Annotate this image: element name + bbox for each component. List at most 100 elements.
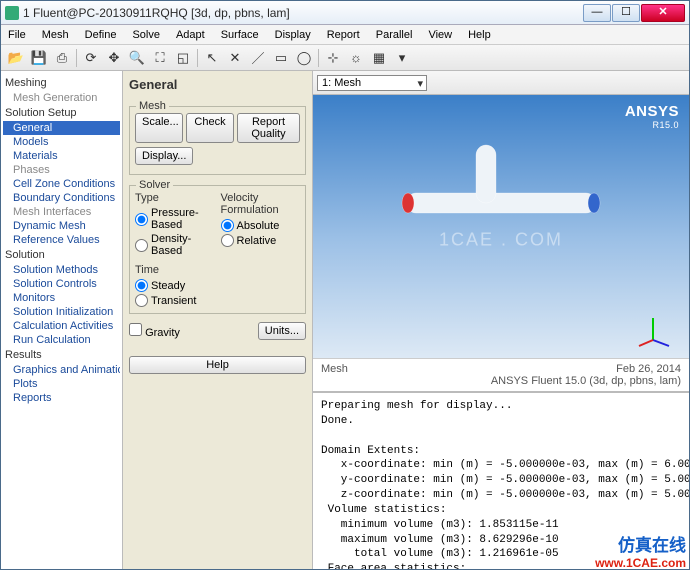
light-icon[interactable]: ☼ bbox=[345, 48, 367, 68]
steady-radio[interactable]: Steady bbox=[135, 278, 300, 293]
nav-solution-controls[interactable]: Solution Controls bbox=[3, 277, 120, 291]
nav-monitors[interactable]: Monitors bbox=[3, 291, 120, 305]
menu-report[interactable]: Report bbox=[324, 27, 363, 43]
outline-tree[interactable]: Meshing Mesh Generation Solution Setup G… bbox=[1, 71, 123, 569]
fit-icon[interactable]: ◱ bbox=[172, 48, 194, 68]
app-window: 1 Fluent@PC-20130911RQHQ [3d, dp, pbns, … bbox=[0, 0, 690, 570]
menubar: File Mesh Define Solve Adapt Surface Dis… bbox=[1, 25, 689, 45]
ansys-logo: ANSYS R15.0 bbox=[625, 103, 679, 130]
menu-define[interactable]: Define bbox=[82, 27, 120, 43]
nav-plots[interactable]: Plots bbox=[3, 377, 120, 391]
lasso-icon[interactable]: ◯ bbox=[293, 48, 315, 68]
menu-solve[interactable]: Solve bbox=[129, 27, 163, 43]
probe-icon[interactable]: ✕ bbox=[224, 48, 246, 68]
density-based-radio[interactable]: Density-Based bbox=[135, 232, 215, 258]
solver-legend: Solver bbox=[136, 179, 173, 191]
graphics-viewport[interactable]: ANSYS R15.0 1CAE . COM bbox=[313, 95, 689, 358]
footer-right: ANSYS Fluent 15.0 (3d, dp, pbns, lam) bbox=[491, 375, 681, 387]
nav-reports[interactable]: Reports bbox=[3, 391, 120, 405]
pan-icon[interactable]: ✥ bbox=[103, 48, 125, 68]
check-button[interactable]: Check bbox=[186, 113, 234, 143]
footer-date: Feb 26, 2014 bbox=[491, 363, 681, 375]
menu-display[interactable]: Display bbox=[272, 27, 314, 43]
report-quality-button[interactable]: Report Quality bbox=[237, 113, 300, 143]
toolbar: 📂 💾 ⎙ ⟳ ✥ 🔍 ⛶ ◱ ↖ ✕ ／ ▭ ◯ ⊹ ☼ ▦ ▾ bbox=[1, 45, 689, 71]
nav-graphics-animations[interactable]: Graphics and Animations bbox=[3, 363, 120, 377]
nav-group-meshing: Meshing bbox=[3, 75, 120, 91]
select-icon[interactable]: ↖ bbox=[201, 48, 223, 68]
nav-general[interactable]: General bbox=[3, 121, 120, 135]
nav-materials[interactable]: Materials bbox=[3, 149, 120, 163]
gravity-checkbox[interactable]: Gravity bbox=[129, 323, 180, 339]
zoom-in-icon[interactable]: 🔍 bbox=[126, 48, 148, 68]
nav-dynamic-mesh[interactable]: Dynamic Mesh bbox=[3, 219, 120, 233]
nav-solution-methods[interactable]: Solution Methods bbox=[3, 263, 120, 277]
time-label: Time bbox=[135, 264, 300, 276]
view-dropdown[interactable]: 1: Mesh bbox=[317, 75, 427, 91]
transient-radio[interactable]: Transient bbox=[135, 293, 300, 308]
titlebar: 1 Fluent@PC-20130911RQHQ [3d, dp, pbns, … bbox=[1, 1, 689, 25]
nav-mesh-generation[interactable]: Mesh Generation bbox=[3, 91, 120, 105]
window-title: 1 Fluent@PC-20130911RQHQ [3d, dp, pbns, … bbox=[23, 6, 583, 20]
nav-phases[interactable]: Phases bbox=[3, 163, 120, 177]
menu-surface[interactable]: Surface bbox=[218, 27, 262, 43]
nav-run-calculation[interactable]: Run Calculation bbox=[3, 333, 120, 347]
print-icon[interactable]: ⎙ bbox=[51, 48, 73, 68]
window-buttons: — ☐ ✕ bbox=[583, 4, 685, 22]
zoom-box-icon[interactable]: ⛶ bbox=[149, 48, 171, 68]
pressure-based-radio[interactable]: Pressure-Based bbox=[135, 206, 215, 232]
nav-mesh-interfaces[interactable]: Mesh Interfaces bbox=[3, 205, 120, 219]
dropdown-icon[interactable]: ▾ bbox=[391, 48, 413, 68]
nav-boundary-conditions[interactable]: Boundary Conditions bbox=[3, 191, 120, 205]
save-icon[interactable]: 💾 bbox=[28, 48, 50, 68]
nav-group-solution: Solution bbox=[3, 247, 120, 263]
help-button[interactable]: Help bbox=[129, 356, 306, 374]
nav-models[interactable]: Models bbox=[3, 135, 120, 149]
view-header: 1: Mesh bbox=[313, 71, 689, 95]
rotate-icon[interactable]: ⟳ bbox=[80, 48, 102, 68]
absolute-radio[interactable]: Absolute bbox=[221, 218, 301, 233]
close-button[interactable]: ✕ bbox=[641, 4, 685, 22]
body: Meshing Mesh Generation Solution Setup G… bbox=[1, 71, 689, 569]
units-button[interactable]: Units... bbox=[258, 322, 306, 340]
viewport-footer: Mesh Feb 26, 2014 ANSYS Fluent 15.0 (3d,… bbox=[313, 358, 689, 391]
right-panel: 1: Mesh ANSYS R15.0 1CAE . COM bbox=[313, 71, 689, 569]
menu-parallel[interactable]: Parallel bbox=[373, 27, 416, 43]
menu-mesh[interactable]: Mesh bbox=[39, 27, 72, 43]
relative-radio[interactable]: Relative bbox=[221, 233, 301, 248]
nav-solution-initialization[interactable]: Solution Initialization bbox=[3, 305, 120, 319]
menu-file[interactable]: File bbox=[5, 27, 29, 43]
separator-icon bbox=[76, 49, 77, 67]
separator-icon bbox=[197, 49, 198, 67]
mesh-legend: Mesh bbox=[136, 100, 169, 112]
velocity-label: Velocity Formulation bbox=[221, 192, 301, 216]
menu-view[interactable]: View bbox=[425, 27, 455, 43]
box-icon[interactable]: ▭ bbox=[270, 48, 292, 68]
maximize-button[interactable]: ☐ bbox=[612, 4, 640, 22]
app-icon bbox=[5, 6, 19, 20]
minimize-button[interactable]: — bbox=[583, 4, 611, 22]
nav-group-solution-setup: Solution Setup bbox=[3, 105, 120, 121]
axis-icon[interactable]: ⊹ bbox=[322, 48, 344, 68]
solver-group: Solver Type Pressure-Based Density-Based… bbox=[129, 185, 306, 314]
open-icon[interactable]: 📂 bbox=[5, 48, 27, 68]
task-panel: General Mesh Scale... Check Report Quali… bbox=[123, 71, 313, 569]
watermark: 1CAE . COM bbox=[439, 229, 563, 250]
layout-icon[interactable]: ▦ bbox=[368, 48, 390, 68]
nav-cell-zone-conditions[interactable]: Cell Zone Conditions bbox=[3, 177, 120, 191]
scale-button[interactable]: Scale... bbox=[135, 113, 183, 143]
taskpanel-title: General bbox=[129, 75, 306, 96]
nav-calculation-activities[interactable]: Calculation Activities bbox=[3, 319, 120, 333]
nav-reference-values[interactable]: Reference Values bbox=[3, 233, 120, 247]
mesh-group: Mesh Scale... Check Report Quality Displ… bbox=[129, 106, 306, 175]
line-icon[interactable]: ／ bbox=[247, 48, 269, 68]
display-button[interactable]: Display... bbox=[135, 147, 193, 165]
footer-left: Mesh bbox=[321, 363, 348, 387]
menu-help[interactable]: Help bbox=[465, 27, 494, 43]
axis-triad-icon bbox=[635, 312, 671, 348]
separator-icon bbox=[318, 49, 319, 67]
mesh-model bbox=[356, 135, 616, 275]
type-label: Type bbox=[135, 192, 215, 204]
menu-adapt[interactable]: Adapt bbox=[173, 27, 208, 43]
text-console[interactable]: Preparing mesh for display... Done. Doma… bbox=[313, 391, 689, 569]
